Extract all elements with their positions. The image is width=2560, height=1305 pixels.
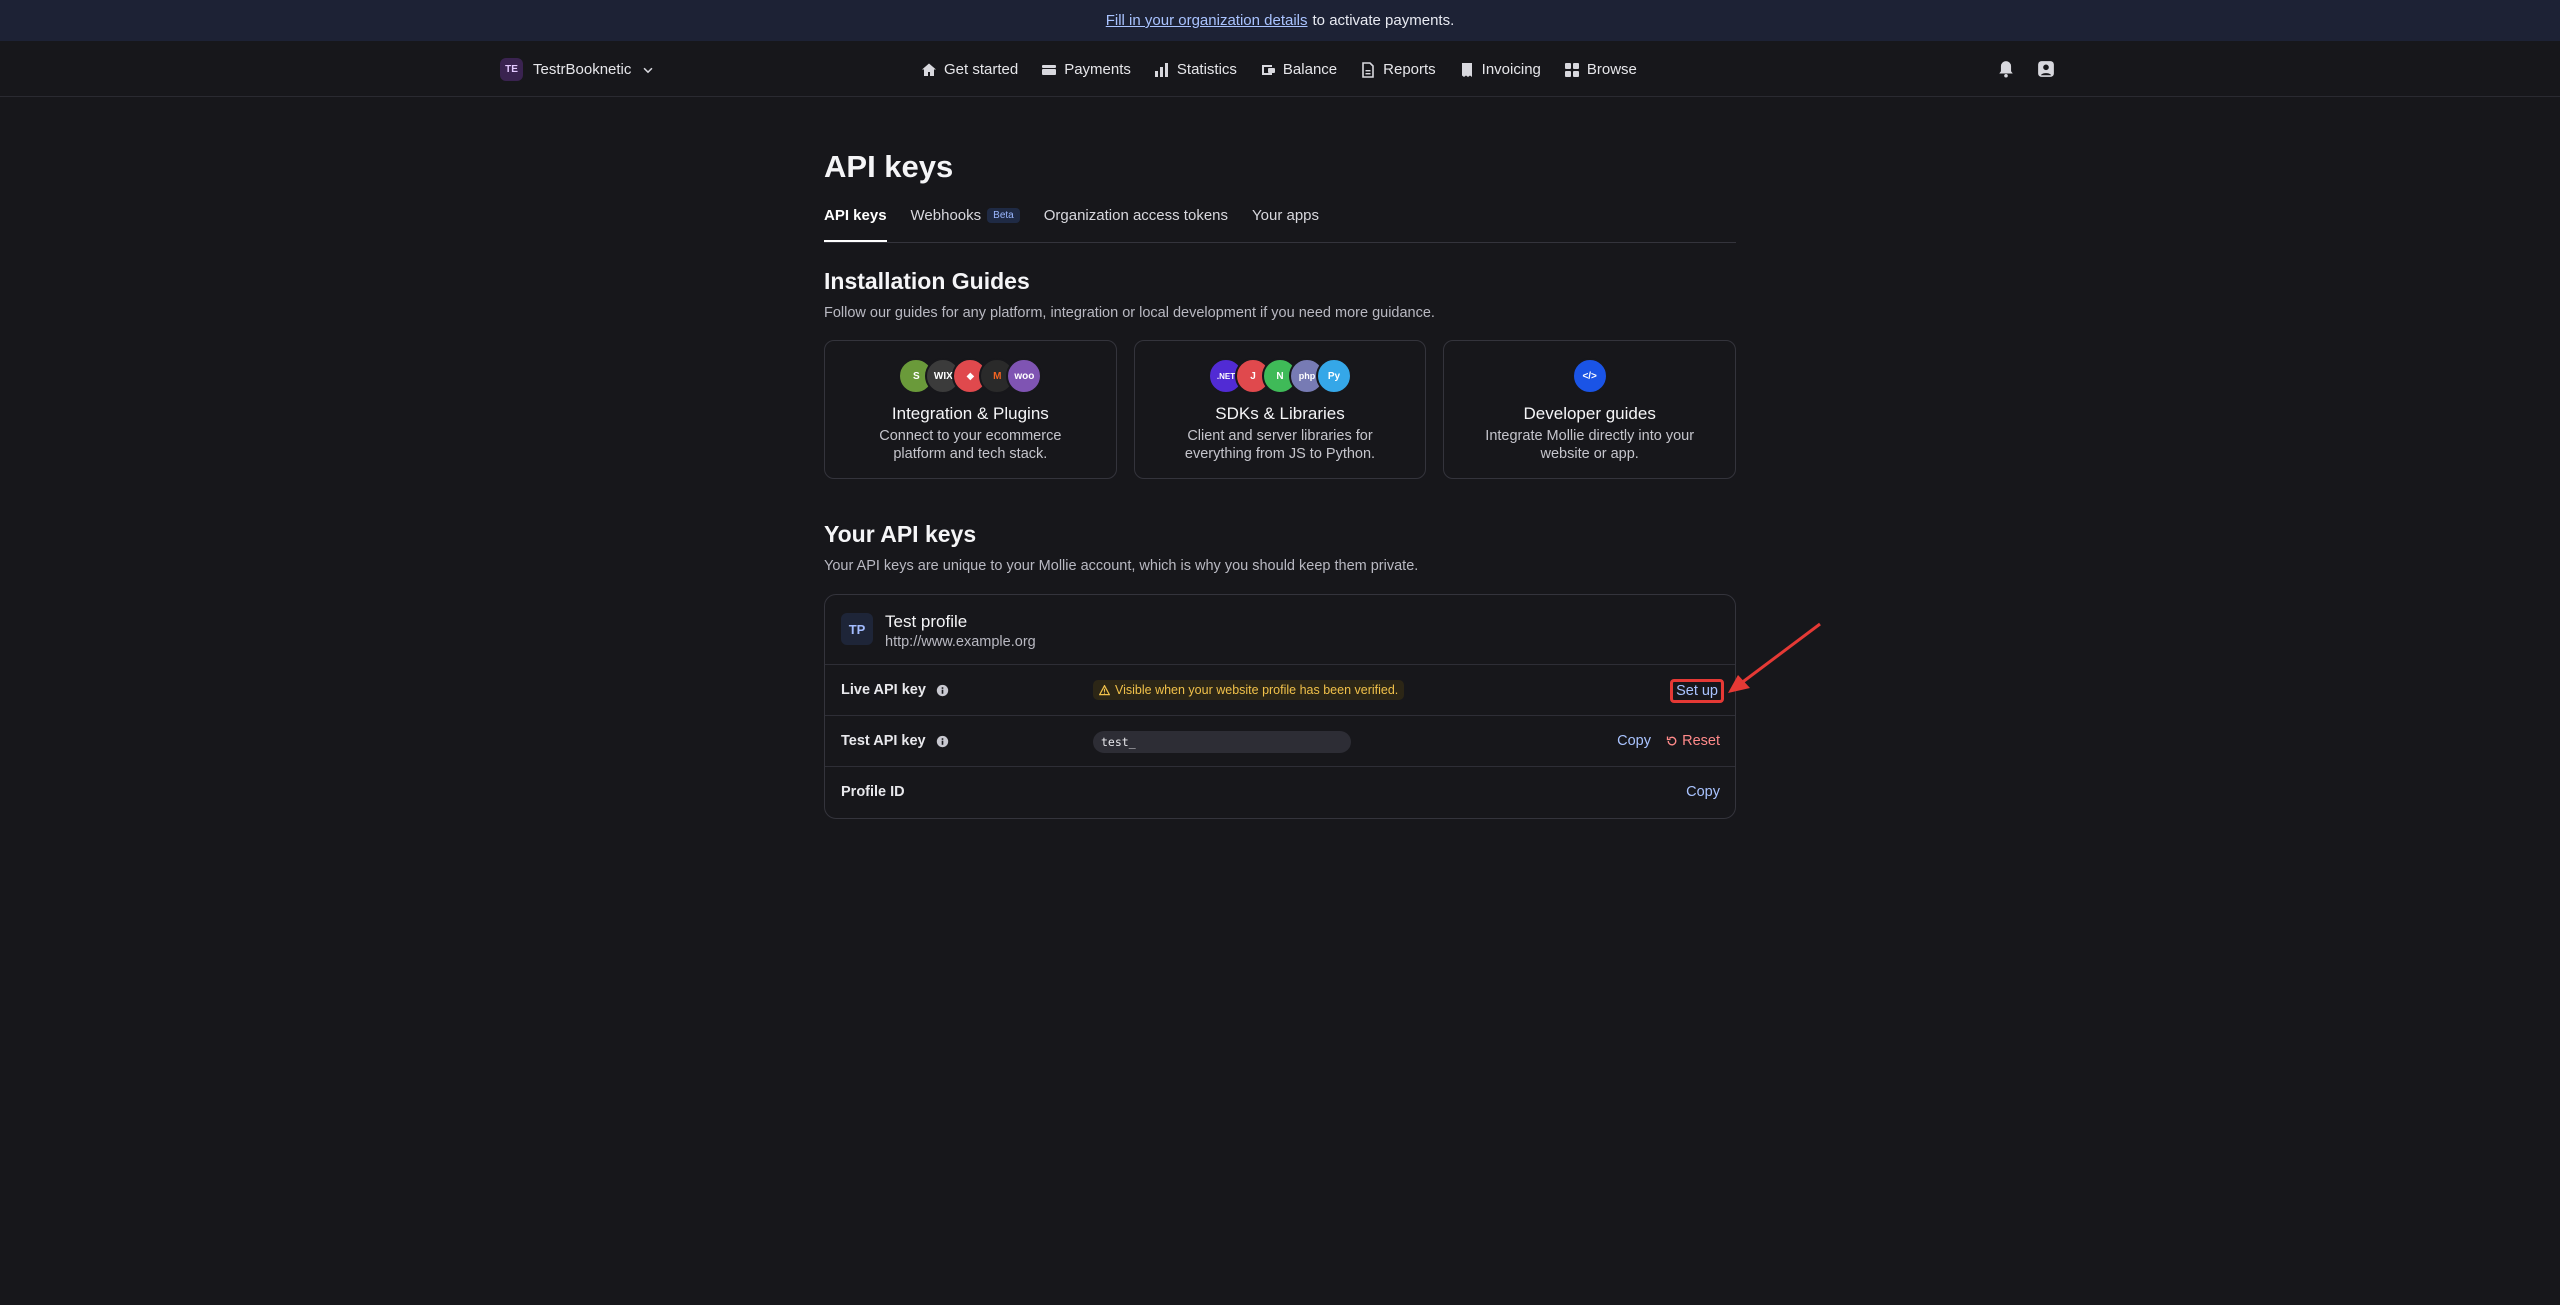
profile-id-label: Profile ID [841,784,905,800]
account-icon[interactable] [2037,60,2055,78]
nav-payments[interactable]: Payments [1041,61,1131,78]
warning-icon [1099,684,1110,695]
activation-banner: Fill in your organization details to act… [0,0,2560,41]
code-editor-icon: </> [1571,358,1608,394]
guides-subtitle: Follow our guides for any platform, inte… [824,305,1435,321]
guide-description: Client and server libraries for everythi… [1184,428,1376,462]
test-api-key-row: Test API key test_ Copy Reset [825,716,1735,767]
woocommerce-icon: woo [1006,358,1043,394]
verification-warning: Visible when your website profile has be… [1093,680,1405,700]
top-navigation: TE TestrBooknetic Get started Payments S… [0,41,2560,97]
beta-badge: Beta [987,208,1020,223]
payments-icon [1042,64,1057,75]
test-key-label: Test API key [841,733,926,749]
main-content: API keys API keys Webhooks Beta Organizat… [824,97,1737,819]
tab-organization-access-tokens[interactable]: Organization access tokens [1044,204,1228,242]
profile-name: Test profile [885,612,968,631]
guide-card-integrations[interactable]: S WIX ◆ M woo Integration & Plugins Conn… [824,340,1117,479]
reports-icon [1362,61,1374,78]
org-switcher[interactable]: TE TestrBooknetic [500,57,655,82]
guide-title: Integration & Plugins [891,404,1049,423]
statistics-icon [1154,62,1168,77]
profile-avatar: TP [841,613,873,645]
org-name: TestrBooknetic [533,61,632,78]
live-api-key-row: Live API key Visible when your website p… [825,665,1735,716]
fill-org-details-link[interactable]: Fill in your organization details [1106,12,1308,29]
guide-description: Integrate Mollie directly into your webs… [1485,428,1695,462]
profile-keys-card: TP Test profile http://www.example.org L… [824,594,1736,819]
guide-card-developer[interactable]: </> Developer guides Integrate Mollie di… [1443,340,1737,479]
nav-invoicing[interactable]: Invoicing [1459,61,1541,78]
guide-title: Developer guides [1523,404,1656,423]
platform-icons: S WIX ◆ M woo [898,358,1043,396]
page-title: API keys [824,149,954,184]
nav-get-started[interactable]: Get started [921,61,1018,78]
guide-title: SDKs & Libraries [1215,404,1345,423]
main-nav: Get started Payments Statistics Balance … [921,57,1637,82]
python-icon: Py [1316,358,1352,394]
copy-profile-id-button[interactable]: Copy [1686,784,1720,800]
org-avatar: TE [500,58,523,81]
chevron-down-icon [643,67,653,73]
profile-url: http://www.example.org [885,634,1036,650]
test-api-key-value[interactable]: test_ [1093,731,1351,753]
tab-webhooks[interactable]: Webhooks Beta [911,204,1020,242]
home-icon [922,63,936,76]
guide-card-sdks[interactable]: .NET J N php Py SDKs & Libraries Client … [1133,340,1427,479]
tab-bar: API keys Webhooks Beta Organization acces… [824,204,1736,243]
setup-button[interactable]: Set up [1670,679,1724,703]
annotation-arrow [1728,622,1821,693]
reset-test-key-button[interactable]: Reset [1666,733,1720,749]
copy-test-key-button[interactable]: Copy [1617,733,1651,749]
profile-id-row: Profile ID Copy [825,767,1735,818]
top-actions [1997,60,2055,78]
tab-api-keys[interactable]: API keys [824,204,887,242]
sdk-icons: .NET J N php Py [1208,358,1352,396]
browse-icon [1564,62,1579,77]
nav-browse[interactable]: Browse [1564,61,1637,78]
nav-reports[interactable]: Reports [1360,61,1436,78]
guide-description: Connect to your ecommerce platform and t… [879,428,1062,462]
nav-balance[interactable]: Balance [1260,61,1337,78]
guides-title: Installation Guides [824,268,1030,294]
balance-icon [1261,64,1275,75]
profile-header: TP Test profile http://www.example.org [825,595,1735,665]
invoicing-icon [1461,62,1472,77]
info-icon[interactable] [936,735,949,748]
info-icon[interactable] [936,684,949,697]
reset-icon [1666,736,1677,746]
bell-icon[interactable] [1997,60,2015,78]
banner-text: to activate payments. [1312,12,1455,29]
nav-statistics[interactable]: Statistics [1154,61,1237,78]
api-keys-subtitle: Your API keys are unique to your Mollie … [824,558,1419,574]
developer-icons: </> [1571,358,1608,396]
live-key-label: Live API key [841,682,926,698]
tab-your-apps[interactable]: Your apps [1252,204,1319,242]
api-keys-title: Your API keys [824,521,977,547]
guides-grid: S WIX ◆ M woo Integration & Plugins Conn… [824,340,1737,479]
